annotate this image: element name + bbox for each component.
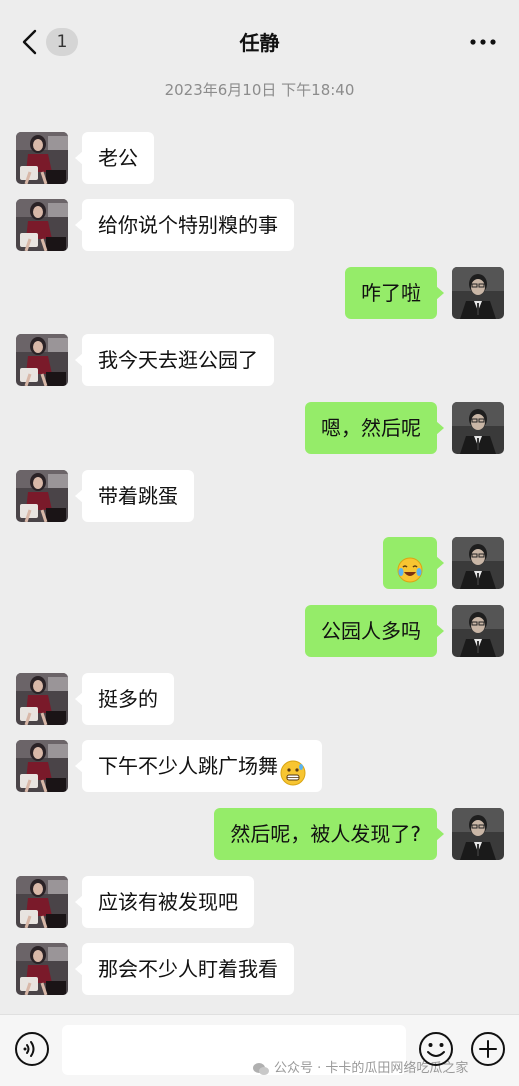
message-bubble[interactable]: 我今天去逛公园了 [75, 334, 274, 386]
chat-title: 任静 [239, 31, 280, 55]
message-bubble[interactable]: 应该有被发现吧 [75, 876, 254, 928]
contact-avatar[interactable] [16, 199, 68, 251]
message-bubble[interactable]: 给你说个特别糗的事 [75, 199, 294, 251]
message-bubble[interactable]: 下午不少人跳广场舞 [75, 740, 322, 792]
voice-input-icon[interactable] [14, 1031, 50, 1067]
message-text: 带着跳蛋 [98, 484, 178, 508]
message-text: 老公 [98, 146, 138, 170]
contact-avatar[interactable] [16, 132, 68, 184]
incoming-message: 挺多的 [0, 673, 519, 725]
chat-header: 1 任静 [0, 0, 519, 76]
emoji-icon[interactable] [418, 1031, 454, 1067]
contact-avatar[interactable] [16, 673, 68, 725]
contact-avatar[interactable] [16, 740, 68, 792]
message-bubble[interactable] [383, 537, 444, 589]
message-text: 挺多的 [98, 687, 158, 711]
incoming-message: 带着跳蛋 [0, 470, 519, 522]
message-text: 我今天去逛公园了 [98, 348, 258, 372]
contact-avatar[interactable] [16, 943, 68, 995]
wechat-logo-icon [253, 1062, 269, 1075]
incoming-message: 我今天去逛公园了 [0, 334, 519, 386]
incoming-message: 给你说个特别糗的事 [0, 199, 519, 251]
my-avatar[interactable] [452, 402, 504, 454]
message-text: 咋了啦 [361, 281, 421, 305]
my-avatar[interactable] [452, 537, 504, 589]
laughing-crying-emoji [397, 550, 423, 582]
outgoing-message [0, 537, 519, 589]
grimace-emoji [280, 753, 306, 785]
message-text: 下午不少人跳广场舞 [98, 754, 278, 778]
message-text: 给你说个特别糗的事 [98, 213, 278, 237]
message-bubble[interactable]: 嗯，然后呢 [305, 402, 444, 454]
message-bubble[interactable]: 公园人多吗 [305, 605, 444, 657]
message-bubble[interactable]: 然后呢，被人发现了? [214, 808, 444, 860]
incoming-message: 应该有被发现吧 [0, 876, 519, 928]
message-text: 应该有被发现吧 [98, 890, 238, 914]
message-bubble[interactable]: 那会不少人盯着我看 [75, 943, 294, 995]
my-avatar[interactable] [452, 808, 504, 860]
contact-avatar[interactable] [16, 470, 68, 522]
message-text: 公园人多吗 [321, 619, 421, 643]
input-bar: 公众号 · 卡卡的瓜田网络吃瓜之家 [0, 1014, 519, 1086]
message-text: 嗯，然后呢 [321, 416, 421, 440]
message-text: 那会不少人盯着我看 [98, 957, 278, 981]
message-bubble[interactable]: 挺多的 [75, 673, 174, 725]
outgoing-message: 公园人多吗 [0, 605, 519, 657]
outgoing-message: 然后呢，被人发现了? [0, 808, 519, 860]
outgoing-message: 嗯，然后呢 [0, 402, 519, 454]
message-timestamp: 2023年6月10日 下午18:40 [164, 81, 355, 99]
more-options-icon[interactable] [469, 38, 497, 46]
incoming-message: 下午不少人跳广场舞 [0, 740, 519, 792]
my-avatar[interactable] [452, 267, 504, 319]
incoming-message: 那会不少人盯着我看 [0, 943, 519, 995]
message-bubble[interactable]: 带着跳蛋 [75, 470, 194, 522]
incoming-message: 老公 [0, 132, 519, 184]
plus-icon[interactable] [470, 1031, 506, 1067]
message-bubble[interactable]: 咋了啦 [345, 267, 444, 319]
contact-avatar[interactable] [16, 876, 68, 928]
message-bubble[interactable]: 老公 [75, 132, 154, 184]
outgoing-message: 咋了啦 [0, 267, 519, 319]
my-avatar[interactable] [452, 605, 504, 657]
contact-avatar[interactable] [16, 334, 68, 386]
message-text: 然后呢，被人发现了? [230, 822, 421, 846]
